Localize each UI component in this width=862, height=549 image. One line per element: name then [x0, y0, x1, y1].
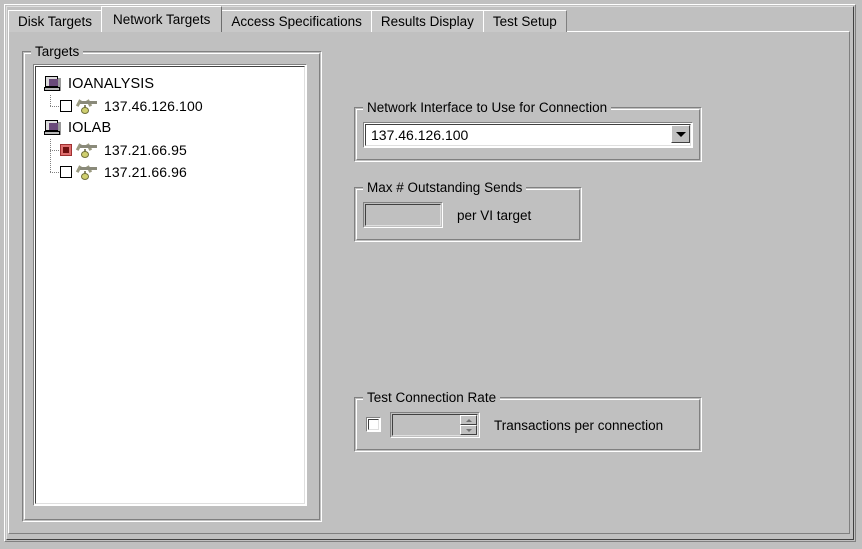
- tree-node-label: IOANALYSIS: [68, 76, 155, 92]
- test-connection-rate-title: Test Connection Rate: [363, 390, 501, 405]
- spinner-buttons: [460, 415, 477, 435]
- max-outstanding-sends-title: Max # Outstanding Sends: [363, 180, 527, 195]
- spinner-up-icon[interactable]: [460, 415, 477, 425]
- target-checkbox[interactable]: [60, 144, 72, 156]
- max-outstanding-sends-unit-label: per VI target: [457, 208, 532, 223]
- targets-group-title: Targets: [31, 44, 84, 59]
- spinner-down-icon[interactable]: [460, 425, 477, 435]
- network-interface-select[interactable]: 137.46.126.100: [363, 122, 693, 148]
- vi-connector-icon: [75, 164, 98, 180]
- tree-node-label: 137.21.66.95: [104, 142, 187, 158]
- network-interface-value: 137.46.126.100: [371, 127, 469, 143]
- transactions-per-connection-stepper[interactable]: [390, 412, 480, 438]
- computer-icon: [44, 76, 62, 92]
- tab-label: Access Specifications: [231, 14, 362, 29]
- targets-tree-list: IOANALYSIS 137.46.126.100 IOLAB 137.21.6…: [35, 66, 305, 504]
- vi-connector-icon: [75, 98, 98, 114]
- max-outstanding-sends-input[interactable]: [363, 202, 443, 228]
- tab-disk-targets[interactable]: Disk Targets: [8, 10, 103, 32]
- tree-node-host[interactable]: IOLAB: [36, 117, 304, 139]
- tree-node-target[interactable]: 137.21.66.95: [36, 139, 304, 161]
- computer-icon: [44, 120, 62, 136]
- target-checkbox[interactable]: [60, 100, 72, 112]
- tree-node-label: 137.21.66.96: [104, 164, 187, 180]
- tree-node-label: IOLAB: [68, 120, 112, 136]
- tab-label: Network Targets: [113, 12, 211, 27]
- vi-connector-icon: [75, 142, 98, 158]
- tab-results-display[interactable]: Results Display: [370, 10, 484, 32]
- tab-label: Test Setup: [492, 14, 557, 29]
- tree-node-target[interactable]: 137.46.126.100: [36, 95, 304, 117]
- transactions-per-connection-label: Transactions per connection: [494, 418, 664, 433]
- target-checkbox[interactable]: [60, 166, 72, 178]
- network-interface-group-box: Network Interface to Use for Connection …: [354, 100, 702, 162]
- test-connection-rate-group-box: Test Connection Rate Transactions per co…: [354, 390, 702, 452]
- iometer-network-targets-window: Disk Targets Network Targets Access Spec…: [0, 0, 862, 549]
- max-outstanding-sends-group-box: Max # Outstanding Sends per VI target: [354, 180, 582, 242]
- network-interface-field: 137.46.126.100: [365, 124, 691, 146]
- targets-tree-view[interactable]: IOANALYSIS 137.46.126.100 IOLAB 137.21.6…: [33, 64, 307, 506]
- targets-group-box: Targets IOANALYSIS 137.46.126.100 IOLAB …: [22, 44, 322, 522]
- tab-label: Results Display: [380, 14, 474, 29]
- tab-test-setup[interactable]: Test Setup: [482, 10, 567, 32]
- tab-network-targets[interactable]: Network Targets: [101, 6, 223, 32]
- tab-access-specifications[interactable]: Access Specifications: [221, 10, 372, 32]
- test-connection-rate-checkbox[interactable]: [366, 417, 381, 432]
- max-outstanding-sends-value: [365, 204, 441, 226]
- network-interface-title: Network Interface to Use for Connection: [363, 100, 612, 115]
- tab-label: Disk Targets: [18, 14, 93, 29]
- tree-node-host[interactable]: IOANALYSIS: [36, 73, 304, 95]
- tree-node-label: 137.46.126.100: [104, 98, 203, 114]
- tree-node-target[interactable]: 137.21.66.96: [36, 161, 304, 183]
- checkbox-inner: [368, 419, 379, 430]
- chevron-down-icon[interactable]: [671, 125, 690, 143]
- tab-strip: Disk Targets Network Targets Access Spec…: [8, 6, 567, 32]
- tab-page-network-targets: Targets IOANALYSIS 137.46.126.100 IOLAB …: [8, 31, 850, 534]
